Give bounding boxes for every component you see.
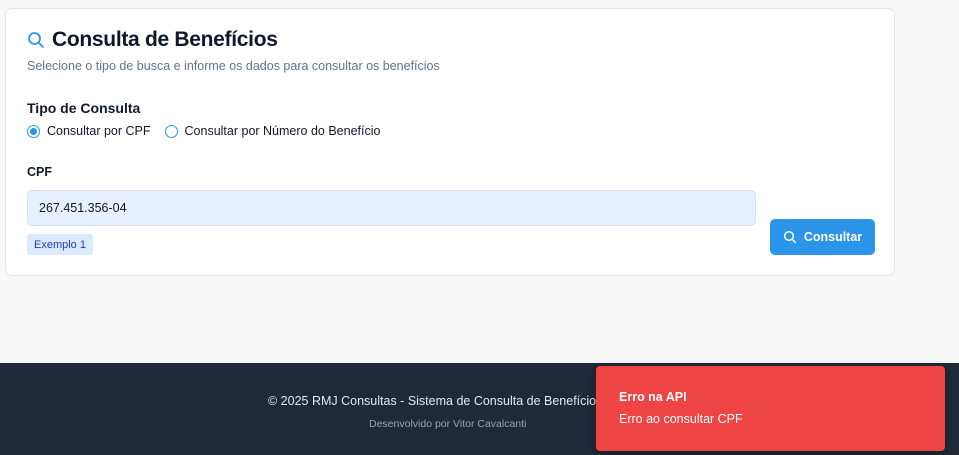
consultar-button[interactable]: Consultar bbox=[770, 219, 875, 255]
radio-consultar-beneficio[interactable]: Consultar por Número do Benefício bbox=[164, 124, 381, 138]
page: Consulta de Benefícios Selecione o tipo … bbox=[0, 0, 959, 455]
footer-copyright: © 2025 RMJ Consultas - Sistema de Consul… bbox=[268, 394, 603, 408]
query-type-radio-group: Consultar por CPF Consultar por Número d… bbox=[27, 124, 380, 138]
consultar-button-label: Consultar bbox=[803, 230, 863, 244]
search-icon bbox=[783, 230, 797, 244]
radio-unchecked-icon[interactable] bbox=[164, 124, 178, 138]
toast-title: Erro na API bbox=[619, 390, 687, 404]
query-type-label: Tipo de Consulta bbox=[27, 100, 141, 116]
footer-credit: Desenvolvido por Vitor Cavalcanti bbox=[369, 418, 527, 430]
radio-label: Consultar por Número do Benefício bbox=[184, 124, 381, 138]
consulta-card: Consulta de Benefícios Selecione o tipo … bbox=[5, 8, 895, 276]
radio-consultar-cpf[interactable]: Consultar por CPF bbox=[27, 124, 151, 138]
radio-checked-icon[interactable] bbox=[27, 124, 40, 138]
title-row: Consulta de Benefícios bbox=[27, 28, 278, 52]
radio-label: Consultar por CPF bbox=[47, 124, 151, 138]
cpf-input[interactable] bbox=[27, 190, 756, 226]
cpf-label: CPF bbox=[27, 165, 52, 179]
toast-message: Erro ao consultar CPF bbox=[619, 412, 743, 426]
search-icon bbox=[27, 31, 45, 49]
page-subtitle: Selecione o tipo de busca e informe os d… bbox=[27, 59, 440, 73]
page-title: Consulta de Benefícios bbox=[52, 28, 278, 51]
error-toast[interactable]: Erro na API Erro ao consultar CPF bbox=[596, 366, 945, 451]
example-chip[interactable]: Exemplo 1 bbox=[27, 234, 93, 255]
